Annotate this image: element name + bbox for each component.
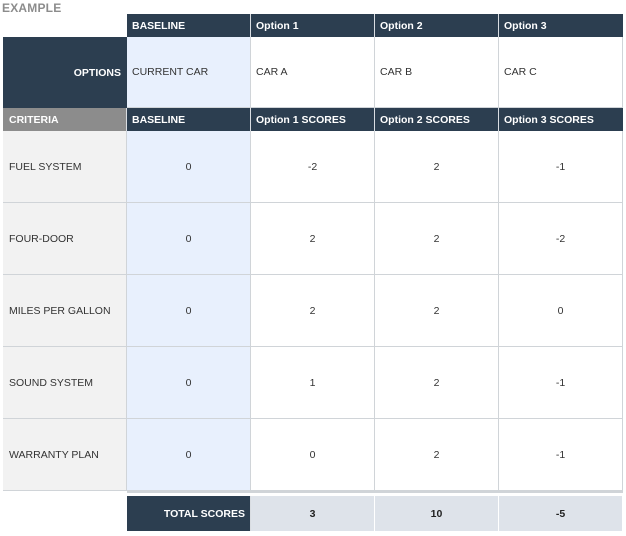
option-3-score[interactable]: -1	[499, 347, 623, 419]
options-label: OPTIONS	[3, 37, 127, 108]
option-2-score[interactable]: 2	[375, 203, 499, 275]
totals-empty-cell	[3, 496, 127, 531]
criteria-name[interactable]: MILES PER GALLON	[3, 275, 127, 347]
option-2-score[interactable]: 2	[375, 419, 499, 491]
header-option-1: Option 1	[251, 14, 375, 37]
option-1-scores-header: Option 1 SCORES	[251, 108, 375, 131]
criteria-header-baseline: BASELINE	[127, 108, 251, 131]
option-1-score[interactable]: 0	[251, 419, 375, 491]
option-2-score[interactable]: 2	[375, 275, 499, 347]
option-1-score[interactable]: -2	[251, 131, 375, 203]
option-1-value[interactable]: CAR A	[251, 37, 375, 108]
option-2-scores-header: Option 2 SCORES	[375, 108, 499, 131]
baseline-score[interactable]: 0	[127, 203, 251, 275]
option-3-total: -5	[499, 496, 623, 531]
page-title: EXAMPLE	[2, 1, 62, 15]
option-2-value[interactable]: CAR B	[375, 37, 499, 108]
decision-matrix-table: BASELINE Option 1 Option 2 Option 3 OPTI…	[3, 14, 623, 531]
criteria-name[interactable]: FOUR-DOOR	[3, 203, 127, 275]
baseline-score[interactable]: 0	[127, 347, 251, 419]
header-option-2: Option 2	[375, 14, 499, 37]
page: EXAMPLE BASELINE Option 1 Option 2 Optio…	[0, 0, 626, 536]
criteria-name[interactable]: WARRANTY PLAN	[3, 419, 127, 491]
criteria-name[interactable]: SOUND SYSTEM	[3, 347, 127, 419]
header-option-3: Option 3	[499, 14, 623, 37]
option-2-score[interactable]: 2	[375, 131, 499, 203]
option-1-score[interactable]: 1	[251, 347, 375, 419]
option-1-score[interactable]: 2	[251, 203, 375, 275]
option-2-score[interactable]: 2	[375, 347, 499, 419]
option-3-score[interactable]: -1	[499, 131, 623, 203]
baseline-score[interactable]: 0	[127, 131, 251, 203]
header-baseline: BASELINE	[127, 14, 251, 37]
criteria-header: CRITERIA	[3, 108, 127, 131]
total-scores-label: TOTAL SCORES	[127, 496, 251, 531]
option-baseline-value[interactable]: CURRENT CAR	[127, 37, 251, 108]
criteria-name[interactable]: FUEL SYSTEM	[3, 131, 127, 203]
option-1-total: 3	[251, 496, 375, 531]
option-3-value[interactable]: CAR C	[499, 37, 623, 108]
option-3-scores-header: Option 3 SCORES	[499, 108, 623, 131]
option-3-score[interactable]: 0	[499, 275, 623, 347]
baseline-score[interactable]: 0	[127, 419, 251, 491]
option-3-score[interactable]: -2	[499, 203, 623, 275]
option-2-total: 10	[375, 496, 499, 531]
option-3-score[interactable]: -1	[499, 419, 623, 491]
baseline-score[interactable]: 0	[127, 275, 251, 347]
option-1-score[interactable]: 2	[251, 275, 375, 347]
header-empty-cell	[3, 14, 127, 37]
